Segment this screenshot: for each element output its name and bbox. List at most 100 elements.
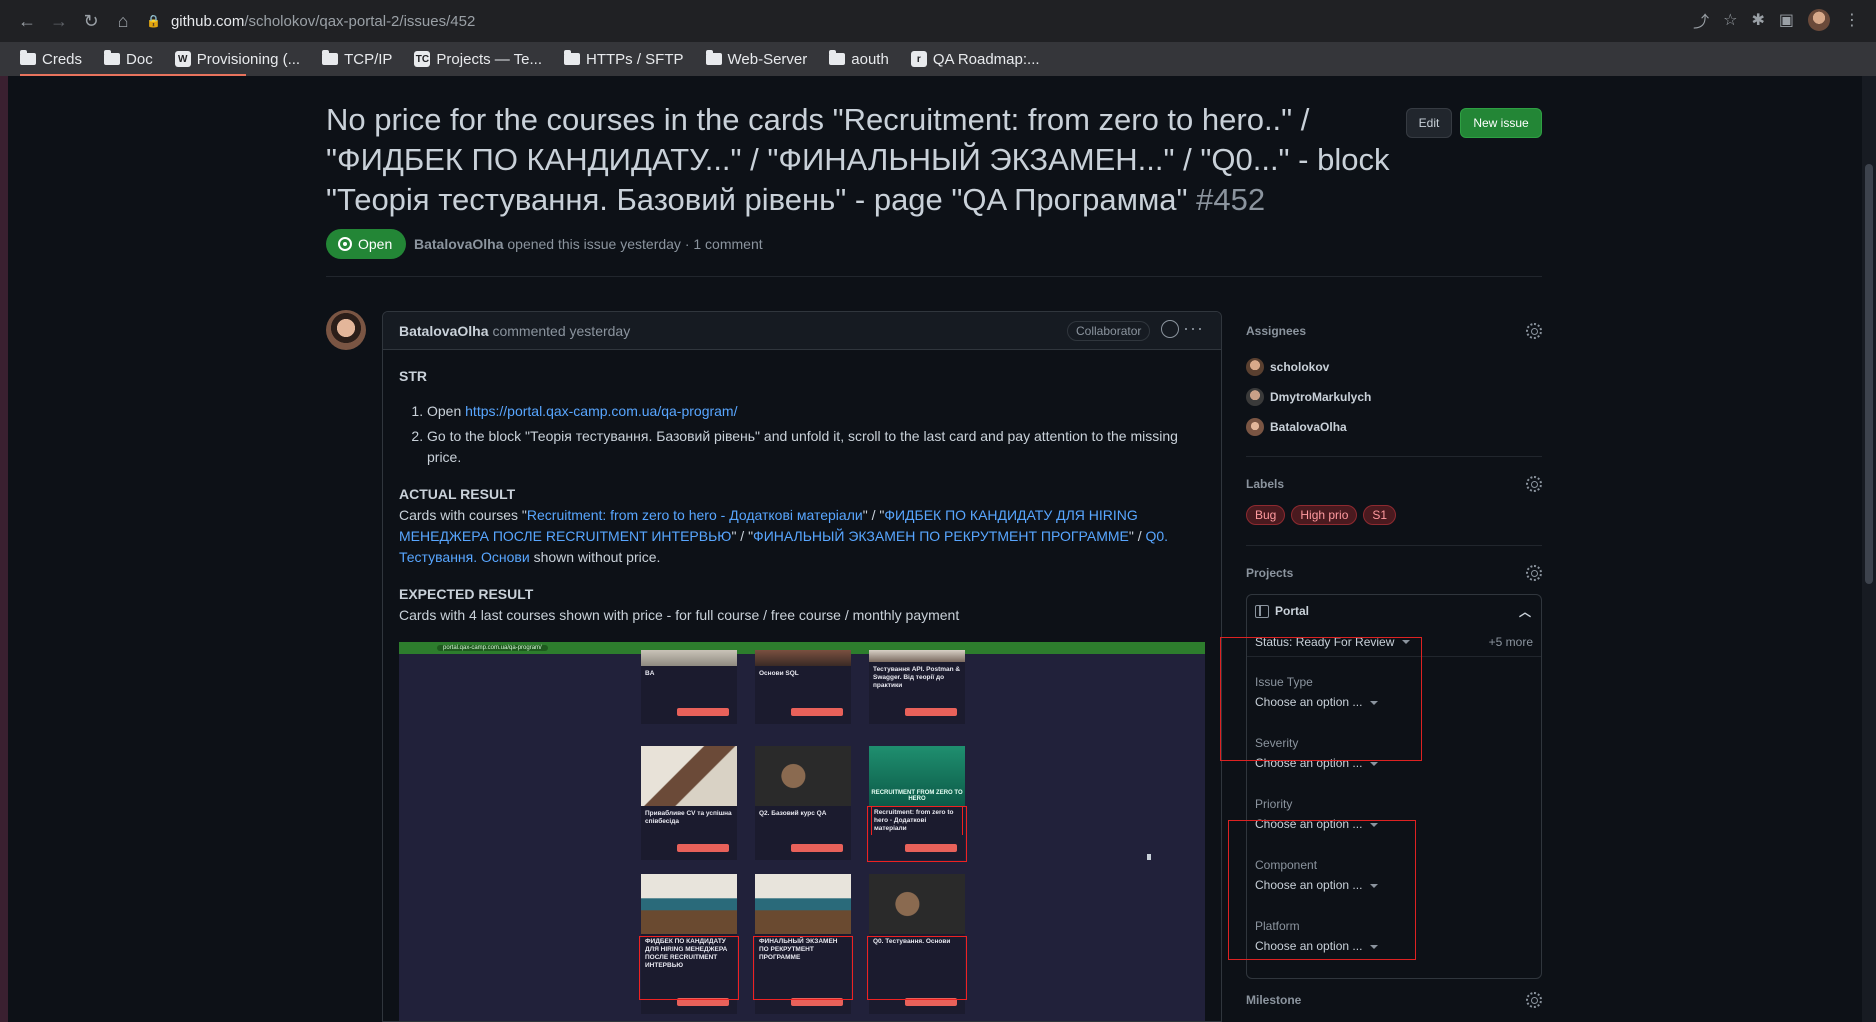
issue-state-badge: Open bbox=[326, 229, 407, 259]
comment-header: BatalovaOlha commented yesterday Collabo… bbox=[383, 312, 1221, 350]
annotation-box bbox=[1220, 637, 1422, 761]
bookmark-qa-roadmap[interactable]: r QA Roadmap:... bbox=[910, 51, 1040, 68]
issue-comment: BatalovaOlha commented yesterday Collabo… bbox=[382, 311, 1222, 1022]
side-panel-icon[interactable]: ▣ bbox=[1779, 10, 1794, 30]
bookmark-aouth[interactable]: aouth bbox=[829, 50, 889, 68]
course-card: Привабливе CV та успішна співбесіда bbox=[641, 746, 737, 860]
highlight-box bbox=[639, 936, 739, 1000]
labels-section: Labels Bug High prio S1 bbox=[1246, 473, 1542, 546]
lock-icon: 🔒 bbox=[146, 14, 161, 28]
url-host: github.com bbox=[170, 12, 245, 30]
bookmark-creds[interactable]: Creds bbox=[20, 50, 82, 68]
folder-icon bbox=[705, 50, 722, 65]
tc-favicon-icon: TC bbox=[414, 51, 431, 67]
more-fields-link[interactable]: +5 more bbox=[1489, 635, 1533, 649]
course-card: ФИДБЕК ПО КАНДИДАТУ ДЛЯ HIRING МЕНЕДЖЕРА… bbox=[639, 874, 739, 1014]
card-button bbox=[677, 708, 729, 716]
expected-result: EXPECTED RESULT Cards with 4 last course… bbox=[399, 586, 960, 623]
issue-meta: BatalovaOlha opened this issue yesterday… bbox=[414, 236, 763, 252]
card-image bbox=[755, 746, 851, 806]
labels-gear-icon[interactable] bbox=[1526, 476, 1542, 492]
project-title[interactable]: Portal ︿ bbox=[1247, 595, 1541, 627]
scrollbar-thumb[interactable] bbox=[1865, 164, 1873, 584]
bookmark-https-sftp[interactable]: HTTPs / SFTP bbox=[564, 50, 684, 68]
dropdown-caret-icon bbox=[1370, 761, 1379, 766]
folder-icon bbox=[322, 50, 339, 65]
highlight-box bbox=[753, 936, 853, 1000]
header-divider bbox=[326, 276, 1542, 277]
issue-number: #452 bbox=[1196, 182, 1266, 217]
folder-icon bbox=[564, 50, 581, 65]
forward-icon[interactable]: → bbox=[46, 8, 72, 34]
bookmark-web-server[interactable]: Web-Server bbox=[705, 50, 807, 68]
reload-icon[interactable]: ↻ bbox=[78, 8, 104, 34]
profile-avatar[interactable] bbox=[1808, 9, 1830, 31]
wiki-favicon-icon: W bbox=[174, 51, 191, 67]
comment-time[interactable]: commented yesterday bbox=[492, 323, 630, 339]
menu-icon[interactable]: ⋮ bbox=[1844, 10, 1860, 30]
label-bug[interactable]: Bug bbox=[1246, 505, 1286, 525]
course-card: ФИНАЛЬНЫЙ ЭКЗАМЕН ПО РЕКРУТМЕНТ ПРОГРАММ… bbox=[753, 874, 853, 1014]
course-card: Q2. Базовий курс QA bbox=[755, 746, 851, 860]
edit-button[interactable]: Edit bbox=[1406, 108, 1452, 138]
comment-author-link[interactable]: BatalovaOlha bbox=[399, 323, 488, 339]
browser-toolbar: ← → ↻ ⌂ 🔒 github.com/scholokov/qax-porta… bbox=[0, 0, 1876, 42]
bookmarks-bar: Creds Doc W Provisioning (... TCP/IP TC Pr… bbox=[0, 42, 1876, 76]
step-1: Open https://portal.qax-camp.com.ua/qa-p… bbox=[427, 401, 1205, 422]
folder-icon bbox=[104, 50, 121, 65]
comment-author-avatar[interactable] bbox=[326, 310, 366, 350]
bookmark-tcpip[interactable]: TCP/IP bbox=[322, 50, 392, 68]
roadmap-favicon-icon: r bbox=[910, 51, 927, 67]
label-s1[interactable]: S1 bbox=[1363, 505, 1397, 525]
embedded-screenshot[interactable]: portal.qax-camp.com.ua/qa-program/ BA Ос… bbox=[399, 642, 1205, 1021]
collaborator-badge: Collaborator bbox=[1067, 321, 1151, 341]
card-image bbox=[641, 874, 737, 934]
bookmark-projects[interactable]: TC Projects — Te... bbox=[414, 51, 542, 68]
assignee-item[interactable]: scholokov bbox=[1246, 352, 1542, 382]
avatar bbox=[1246, 388, 1264, 406]
projects-gear-icon[interactable] bbox=[1526, 565, 1542, 581]
more-options-icon[interactable]: ··· bbox=[1183, 318, 1204, 339]
assignee-item[interactable]: BatalovaOlha bbox=[1246, 412, 1542, 442]
actual-heading: ACTUAL RESULT bbox=[399, 486, 516, 502]
step-2: Go to the block "Теорія тестування. Базо… bbox=[427, 426, 1205, 468]
new-issue-button[interactable]: New issue bbox=[1460, 108, 1542, 138]
card-image: RECRUITMENT FROM ZERO TO HERO bbox=[869, 746, 965, 806]
bookmark-doc[interactable]: Doc bbox=[104, 50, 153, 68]
add-reaction-icon[interactable] bbox=[1161, 320, 1179, 338]
course-card: Основи SQL bbox=[755, 650, 851, 724]
course-card: RECRUITMENT FROM ZERO TO HERO Recruitmen… bbox=[867, 746, 967, 862]
course-card: BA bbox=[641, 650, 737, 724]
course-link-final-exam[interactable]: ФИНАЛЬНЫЙ ЭКЗАМЕН ПО РЕКРУТМЕНТ ПРОГРАММ… bbox=[753, 528, 1129, 544]
card-image bbox=[755, 650, 851, 666]
bookmark-star-icon[interactable]: ☆ bbox=[1723, 10, 1737, 30]
label-high-prio[interactable]: High prio bbox=[1291, 505, 1358, 525]
milestone-title: Milestone bbox=[1246, 993, 1302, 1007]
expected-heading: EXPECTED RESULT bbox=[399, 586, 534, 602]
assignee-item[interactable]: DmytroMarkulych bbox=[1246, 382, 1542, 412]
card-button bbox=[677, 844, 729, 852]
course-card: Тестування API. Postman & Swagger. Від т… bbox=[869, 650, 965, 724]
course-card: Q0. Тестування. Основи bbox=[867, 874, 967, 1014]
issue-author-link[interactable]: BatalovaOlha bbox=[414, 236, 503, 252]
back-icon[interactable]: ← bbox=[14, 8, 40, 34]
share-icon[interactable]: ⤴ bbox=[1693, 8, 1709, 32]
annotation-box bbox=[1228, 820, 1416, 960]
home-icon[interactable]: ⌂ bbox=[110, 8, 136, 34]
window-edge bbox=[0, 76, 8, 1022]
folder-icon bbox=[829, 50, 846, 65]
address-bar[interactable]: 🔒 github.com/scholokov/qax-portal-2/issu… bbox=[146, 8, 1666, 34]
chevron-up-icon[interactable]: ︿ bbox=[1519, 603, 1531, 620]
assignees-gear-icon[interactable] bbox=[1526, 323, 1542, 339]
milestone-gear-icon[interactable] bbox=[1526, 992, 1542, 1008]
bookmark-provisioning[interactable]: W Provisioning (... bbox=[174, 51, 300, 68]
card-image bbox=[869, 650, 965, 662]
issue-opened-icon bbox=[338, 237, 352, 251]
extensions-icon[interactable]: ✱ bbox=[1751, 10, 1764, 30]
portal-link[interactable]: https://portal.qax-camp.com.ua/qa-progra… bbox=[465, 403, 737, 419]
card-image bbox=[869, 874, 965, 934]
course-link-recruitment[interactable]: Recruitment: from zero to hero - Додатко… bbox=[527, 507, 863, 523]
card-button bbox=[905, 708, 957, 716]
page-scrollbar[interactable] bbox=[1862, 76, 1876, 1022]
avatar bbox=[1246, 358, 1264, 376]
